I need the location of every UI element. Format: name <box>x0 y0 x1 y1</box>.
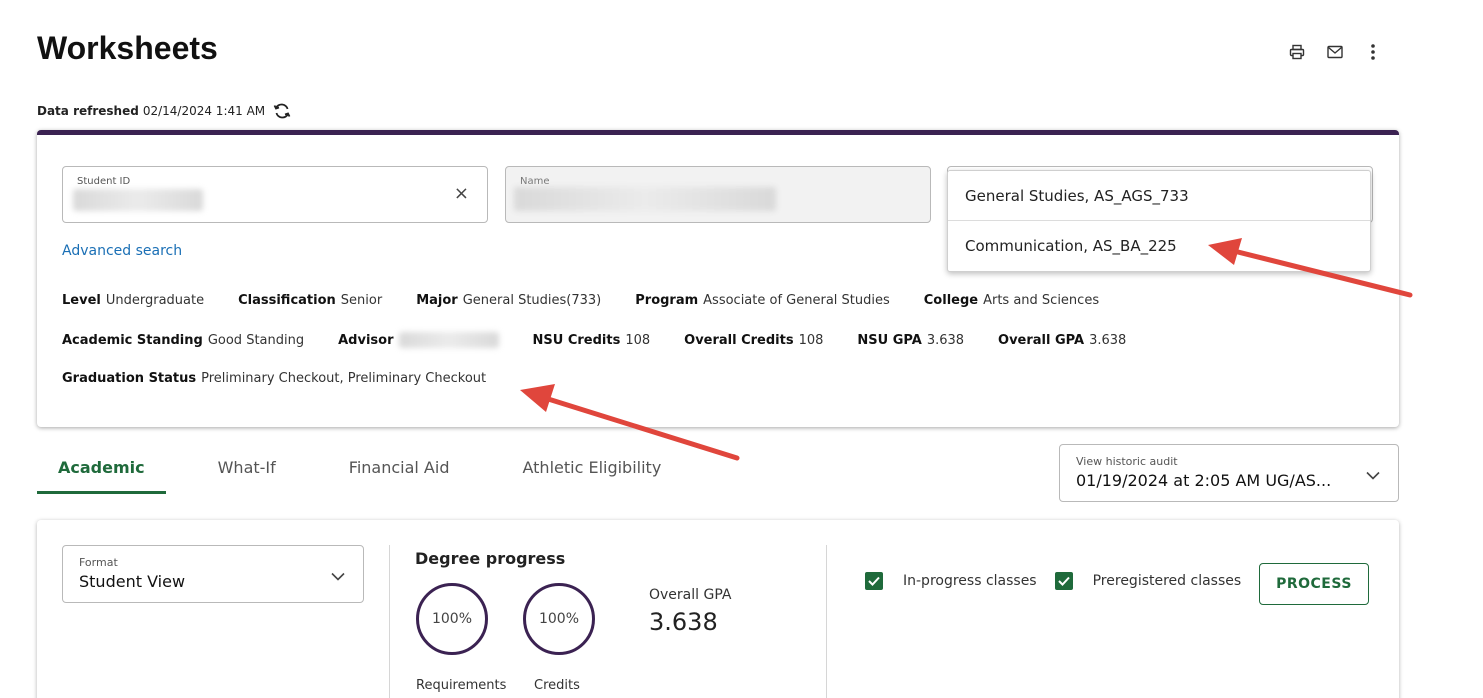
degree-progress-title: Degree progress <box>415 549 566 568</box>
historic-audit-select[interactable]: View historic audit 01/19/2024 at 2:05 A… <box>1059 444 1399 502</box>
student-info-row: Academic Standing Good Standing Advisor N… <box>62 332 1160 348</box>
chevron-down-icon <box>331 566 345 585</box>
info-overall-credits: Overall Credits 108 <box>684 332 824 348</box>
refresh-time: 02/14/2024 1:41 AM <box>142 104 266 118</box>
info-program: Program Associate of General Studies <box>635 293 890 308</box>
info-nsu-credits: NSU Credits 108 <box>532 332 651 348</box>
advanced-search-link[interactable]: Advanced search <box>62 243 182 259</box>
refresh-line: Data refreshed 02/14/2024 1:41 AM <box>37 103 291 119</box>
more-vert-icon[interactable] <box>1363 42 1383 62</box>
info-academic-standing: Academic Standing Good Standing <box>62 332 305 348</box>
divider <box>826 545 827 698</box>
overall-gpa-label: Overall GPA <box>649 587 732 603</box>
student-id-value-redacted <box>73 189 203 211</box>
preregistered-label: Preregistered classes <box>1092 573 1242 589</box>
clear-icon[interactable]: × <box>454 183 469 204</box>
inprogress-checkbox[interactable] <box>865 572 883 590</box>
format-select[interactable]: Format Student View <box>62 545 364 603</box>
degree-option[interactable]: Communication, AS_BA_225 <box>948 221 1370 271</box>
name-label: Name <box>520 176 550 187</box>
student-card: Student ID × Name General Studies, AS_AG… <box>37 130 1399 427</box>
refresh-icon[interactable] <box>273 103 291 119</box>
advisor-value-redacted <box>398 332 499 348</box>
chevron-down-icon <box>1366 465 1380 484</box>
audit-tabs: Academic What-If Financial Aid Athletic … <box>37 458 713 494</box>
requirements-label: Requirements <box>416 678 507 693</box>
refresh-label: Data refreshed <box>37 104 139 118</box>
info-classification: Classification Senior <box>238 293 383 308</box>
name-value-redacted <box>514 187 776 211</box>
process-button[interactable]: PROCESS <box>1259 563 1369 605</box>
student-id-label: Student ID <box>77 176 131 187</box>
info-advisor: Advisor <box>338 332 499 348</box>
student-info-row: Graduation Status Preliminary Checkout, P… <box>62 371 520 386</box>
name-field: Name <box>505 166 931 223</box>
email-icon[interactable] <box>1325 42 1345 62</box>
top-actions <box>1287 42 1383 62</box>
format-label: Format <box>79 556 118 569</box>
info-major: Major General Studies(733) <box>416 293 602 308</box>
student-id-field[interactable]: Student ID × <box>62 166 488 223</box>
tab-financial-aid[interactable]: Financial Aid <box>328 458 471 494</box>
tab-what-if[interactable]: What-If <box>197 458 297 494</box>
historic-audit-value: 01/19/2024 at 2:05 AM UG/AS... <box>1076 471 1332 490</box>
requirements-progress-ring: 100% <box>416 583 488 655</box>
credits-label: Credits <box>534 678 580 693</box>
overall-gpa-value: 3.638 <box>649 608 718 636</box>
info-overall-gpa: Overall GPA 3.638 <box>998 332 1127 348</box>
info-level: Level Undergraduate <box>62 293 205 308</box>
page-title: Worksheets <box>37 30 218 66</box>
info-college: College Arts and Sciences <box>923 293 1100 308</box>
tab-athletic-eligibility[interactable]: Athletic Eligibility <box>501 458 682 494</box>
credits-progress-ring: 100% <box>523 583 595 655</box>
preregistered-checkbox[interactable] <box>1054 572 1073 590</box>
audit-card: Format Student View Degree progress 100%… <box>37 520 1399 698</box>
format-value: Student View <box>79 572 186 591</box>
print-icon[interactable] <box>1287 42 1307 62</box>
student-info-row: Level Undergraduate Classification Senior … <box>62 293 1133 308</box>
divider <box>389 545 390 698</box>
class-filters: In-progress classes Preregistered classe… <box>865 572 1259 590</box>
info-nsu-gpa: NSU GPA 3.638 <box>857 332 965 348</box>
check-icon <box>868 576 880 586</box>
tab-academic[interactable]: Academic <box>37 458 166 494</box>
degree-option[interactable]: General Studies, AS_AGS_733 <box>948 171 1370 221</box>
check-icon <box>1057 576 1070 586</box>
degree-dropdown: General Studies, AS_AGS_733 Communicatio… <box>947 170 1371 272</box>
historic-audit-label: View historic audit <box>1076 455 1178 468</box>
info-graduation-status: Graduation Status Preliminary Checkout, P… <box>62 371 487 386</box>
inprogress-label: In-progress classes <box>903 573 1037 589</box>
